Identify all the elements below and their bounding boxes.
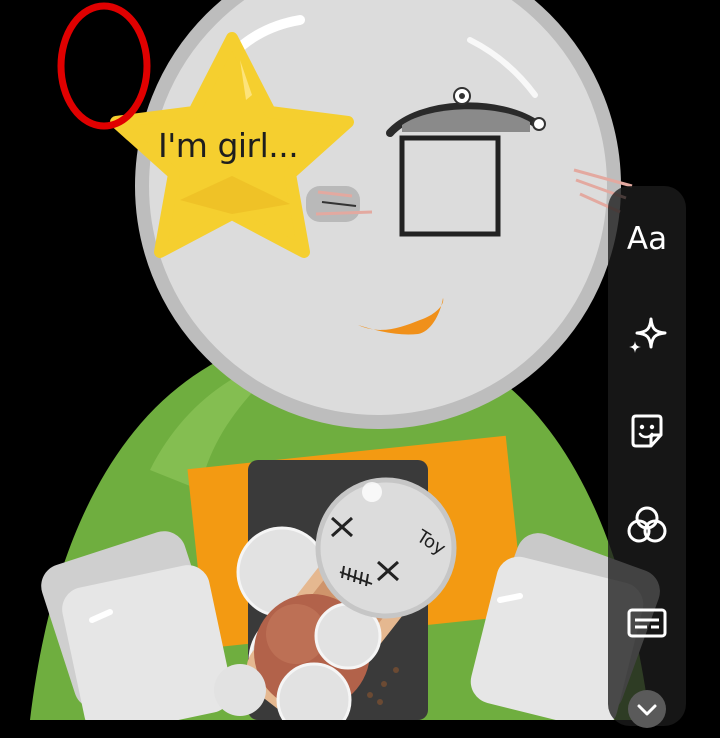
- caption-icon: [625, 601, 669, 645]
- filter-tool-button[interactable]: [618, 496, 676, 554]
- sparkle-icon: [625, 313, 669, 357]
- red-zero: [57, 2, 151, 130]
- text-tool-button[interactable]: Aa: [618, 210, 676, 268]
- sticker-tool-button[interactable]: [618, 402, 676, 460]
- sticker-icon: [625, 409, 669, 453]
- filter-circles-icon: [624, 502, 670, 548]
- chevron-down-icon: [626, 688, 668, 730]
- caption-tool-button[interactable]: [618, 594, 676, 652]
- text-tool-label: Aa: [626, 220, 668, 257]
- effects-tool-button[interactable]: [618, 306, 676, 364]
- collapse-tool-button[interactable]: [618, 680, 676, 738]
- editor-toolbar: Aa: [608, 186, 686, 728]
- sticker-text[interactable]: I'm girl...: [158, 126, 299, 165]
